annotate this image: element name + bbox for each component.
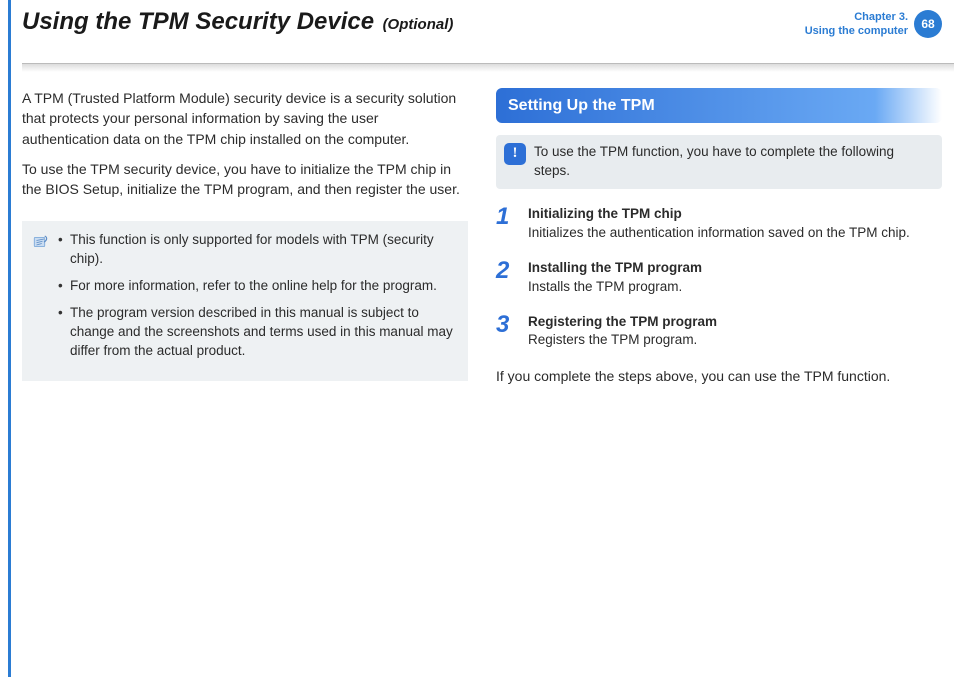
step-title: Installing the TPM program: [528, 259, 942, 278]
chapter-line-2: Using the computer: [805, 24, 908, 38]
note-box: This function is only supported for mode…: [22, 221, 468, 380]
step-desc: Installs the TPM program.: [528, 278, 942, 297]
step-1: 1 Initializing the TPM chip Initializes …: [496, 205, 942, 243]
step-number: 3: [496, 313, 514, 351]
step-number: 1: [496, 205, 514, 243]
page-header: Using the TPM Security Device (Optional)…: [0, 0, 954, 60]
intro-paragraph-2: To use the TPM security device, you have…: [22, 159, 468, 200]
step-3: 3 Registering the TPM program Registers …: [496, 313, 942, 351]
step-title: Registering the TPM program: [528, 313, 942, 332]
step-body: Initializing the TPM chip Initializes th…: [528, 205, 942, 243]
right-column: Setting Up the TPM ! To use the TPM func…: [496, 88, 942, 387]
chapter-line-1: Chapter 3.: [805, 10, 908, 24]
note-item: The program version described in this ma…: [30, 304, 456, 361]
page-title-suffix: (Optional): [383, 16, 454, 33]
step-title: Initializing the TPM chip: [528, 205, 942, 224]
left-column: A TPM (Trusted Platform Module) security…: [22, 88, 468, 387]
note-item: This function is only supported for mode…: [30, 231, 456, 269]
closing-paragraph: If you complete the steps above, you can…: [496, 366, 942, 386]
note-text: For more information, refer to the onlin…: [70, 278, 437, 293]
step-body: Installing the TPM program Installs the …: [528, 259, 942, 297]
section-header: Setting Up the TPM: [496, 88, 942, 123]
step-desc: Registers the TPM program.: [528, 331, 942, 350]
content-columns: A TPM (Trusted Platform Module) security…: [0, 88, 954, 387]
callout-box: ! To use the TPM function, you have to c…: [496, 135, 942, 189]
note-text: This function is only supported for mode…: [70, 232, 434, 266]
note-icon: [32, 233, 50, 251]
step-2: 2 Installing the TPM program Installs th…: [496, 259, 942, 297]
step-number: 2: [496, 259, 514, 297]
page-number: 68: [914, 10, 942, 38]
step-desc: Initializes the authentication informati…: [528, 224, 942, 243]
header-right: Chapter 3. Using the computer 68: [805, 10, 942, 39]
page-title: Using the TPM Security Device: [22, 8, 374, 35]
intro-paragraph-1: A TPM (Trusted Platform Module) security…: [22, 88, 468, 149]
step-body: Registering the TPM program Registers th…: [528, 313, 942, 351]
note-item: For more information, refer to the onlin…: [30, 277, 456, 296]
chapter-label: Chapter 3. Using the computer: [805, 10, 908, 39]
page-accent-border: [8, 0, 11, 677]
alert-icon: !: [504, 143, 526, 165]
note-text: The program version described in this ma…: [70, 305, 453, 358]
header-rule: [22, 64, 954, 72]
callout-text: To use the TPM function, you have to com…: [534, 143, 932, 181]
note-list: This function is only supported for mode…: [30, 231, 456, 360]
